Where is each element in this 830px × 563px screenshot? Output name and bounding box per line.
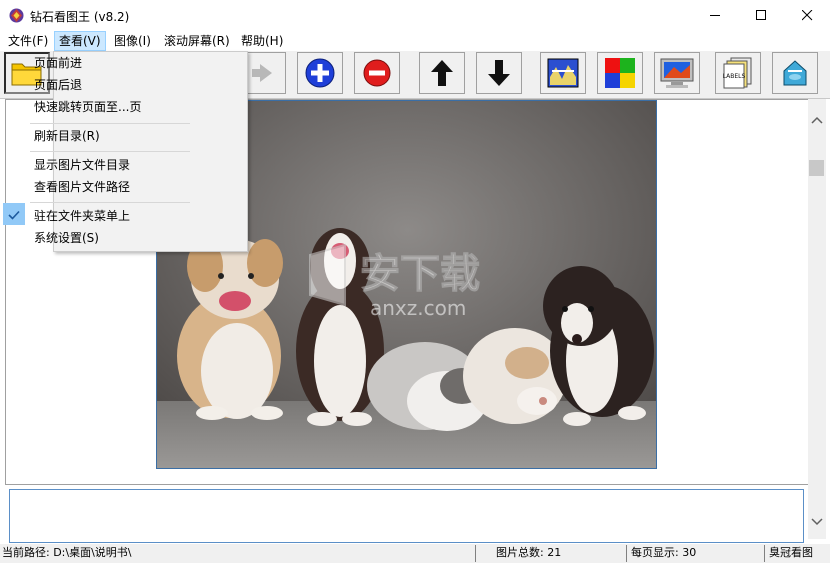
wallpaper-icon <box>547 58 579 88</box>
menu-item-show-directory[interactable]: 显示图片文件目录 <box>34 155 130 175</box>
set-wallpaper-button[interactable] <box>540 52 586 94</box>
app-diamond-icon <box>8 7 25 24</box>
watermark-text-cn: 安下载 <box>360 251 480 297</box>
menu-item-stay-on-folder-menu[interactable]: 驻在文件夹菜单上 <box>34 206 130 226</box>
menu-separator <box>30 202 190 203</box>
menu-separator <box>30 123 190 124</box>
watermark: 安下载 anxz.com <box>300 235 540 325</box>
menu-item-jump-to-page[interactable]: 快速跳转页面至...页 <box>34 97 141 117</box>
menu-item-show-path[interactable]: 查看图片文件路径 <box>34 177 130 197</box>
menu-item-refresh[interactable]: 刷新目录(R) <box>34 126 100 146</box>
window-title: 钻石看图王 (v8.2) <box>30 10 130 24</box>
status-divider <box>626 545 627 562</box>
status-divider <box>475 545 476 562</box>
status-total-images: 图片总数: 21 <box>496 546 562 559</box>
page-up-button[interactable] <box>419 52 465 94</box>
maximize-icon <box>755 10 766 20</box>
zoom-out-icon <box>363 59 391 87</box>
close-icon <box>801 10 812 21</box>
arrow-right-icon <box>252 64 272 82</box>
menu-item-page-back[interactable]: 页面后退 <box>34 75 82 95</box>
status-brand: 臭冠看图 <box>769 546 813 559</box>
zoom-in-icon <box>305 58 335 88</box>
menu-separator <box>30 151 190 152</box>
paint-bucket-button[interactable] <box>772 52 818 94</box>
labels-icon-text: LABELS <box>723 73 746 80</box>
file-list-pane[interactable] <box>9 489 804 543</box>
page-down-button[interactable] <box>476 52 522 94</box>
paint-bucket-icon <box>783 60 807 86</box>
status-per-page: 每页显示: 30 <box>631 546 697 559</box>
scroll-down-button[interactable] <box>808 513 826 529</box>
menu-item-settings[interactable]: 系统设置(S) <box>34 228 99 248</box>
labels-icon: LABELS <box>723 57 752 89</box>
menu-file[interactable]: 文件(F) <box>4 32 52 50</box>
arrow-down-icon <box>488 60 510 86</box>
status-current-path: 当前路径: D:\桌面\说明书\ <box>2 546 132 559</box>
minimize-button[interactable] <box>692 0 738 31</box>
status-divider <box>764 545 765 562</box>
menu-scroll-screen[interactable]: 滚动屏幕(R) <box>160 32 234 50</box>
color-grid-icon <box>605 58 635 88</box>
close-button[interactable] <box>784 0 830 31</box>
fullscreen-button[interactable] <box>654 52 700 94</box>
watermark-text-en: anxz.com <box>370 296 466 320</box>
scroll-thumb[interactable] <box>809 160 824 176</box>
menu-item-page-forward[interactable]: 页面前进 <box>34 53 82 73</box>
chevron-down-icon <box>811 518 823 526</box>
zoom-in-button[interactable] <box>297 52 343 94</box>
menu-help[interactable]: 帮助(H) <box>237 32 287 50</box>
monitor-icon <box>660 58 694 88</box>
maximize-button[interactable] <box>738 0 784 31</box>
scroll-up-button[interactable] <box>808 113 826 129</box>
menu-view[interactable]: 查看(V) <box>54 31 106 51</box>
color-adjust-button[interactable] <box>597 52 643 94</box>
labels-button[interactable]: LABELS <box>715 52 761 94</box>
checkmark-icon <box>8 209 20 220</box>
minimize-icon <box>709 15 720 16</box>
arrow-up-icon <box>431 60 453 86</box>
chevron-up-icon <box>811 116 823 124</box>
zoom-out-button[interactable] <box>354 52 400 94</box>
menu-image[interactable]: 图像(I) <box>110 32 155 50</box>
